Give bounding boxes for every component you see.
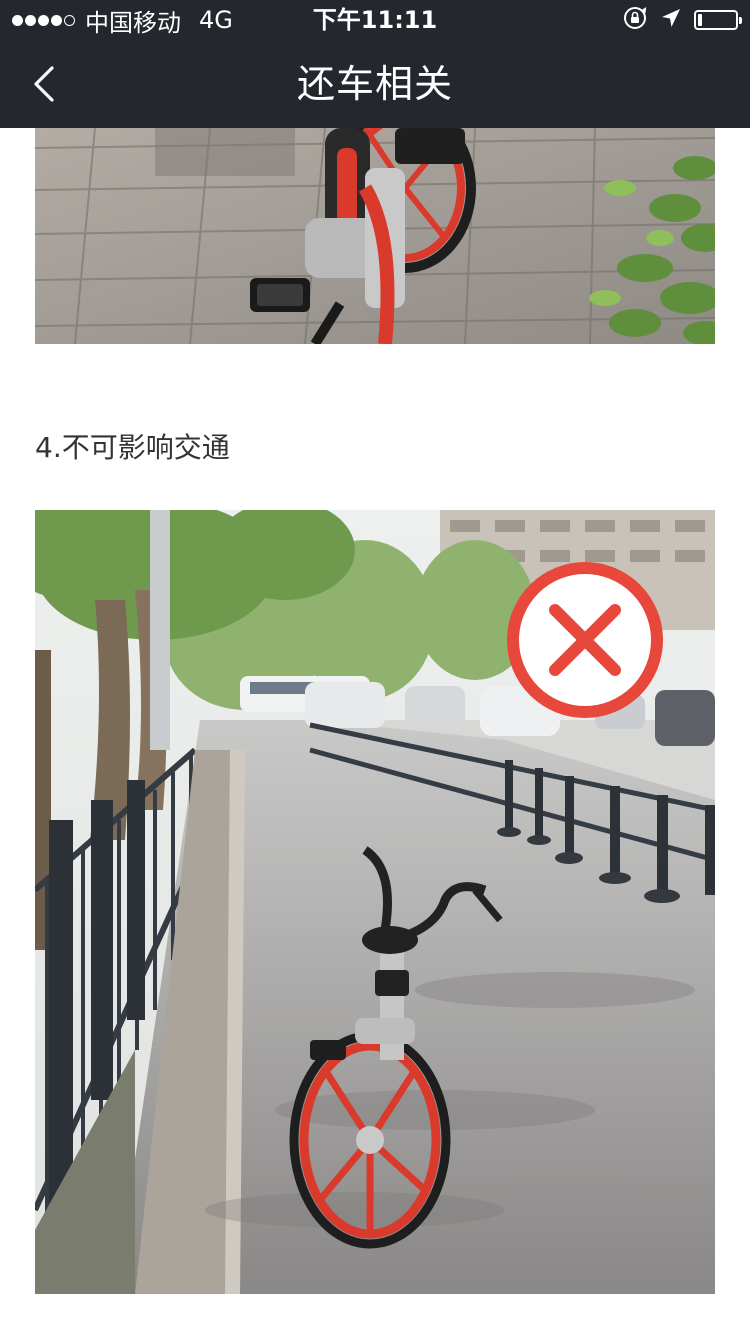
- battery-icon: [694, 10, 742, 30]
- forbidden-x-icon: [507, 562, 663, 718]
- nav-bar: 还车相关: [0, 40, 750, 128]
- bike-blocking-lane-photo: [35, 510, 715, 1294]
- battery-tip: [739, 17, 742, 24]
- top-bar: 中国移动 4G 下午11:11 还车相关: [0, 0, 750, 128]
- orientation-lock-icon: [622, 5, 648, 35]
- status-right: [610, 5, 742, 35]
- status-bar: 中国移动 4G 下午11:11: [0, 0, 750, 40]
- page-title: 还车相关: [296, 62, 453, 106]
- battery-level-fill: [698, 14, 702, 26]
- location-arrow-icon: [660, 7, 682, 33]
- bike-parked-photo: [35, 128, 715, 344]
- step-caption: 4.不可影响交通: [35, 431, 230, 464]
